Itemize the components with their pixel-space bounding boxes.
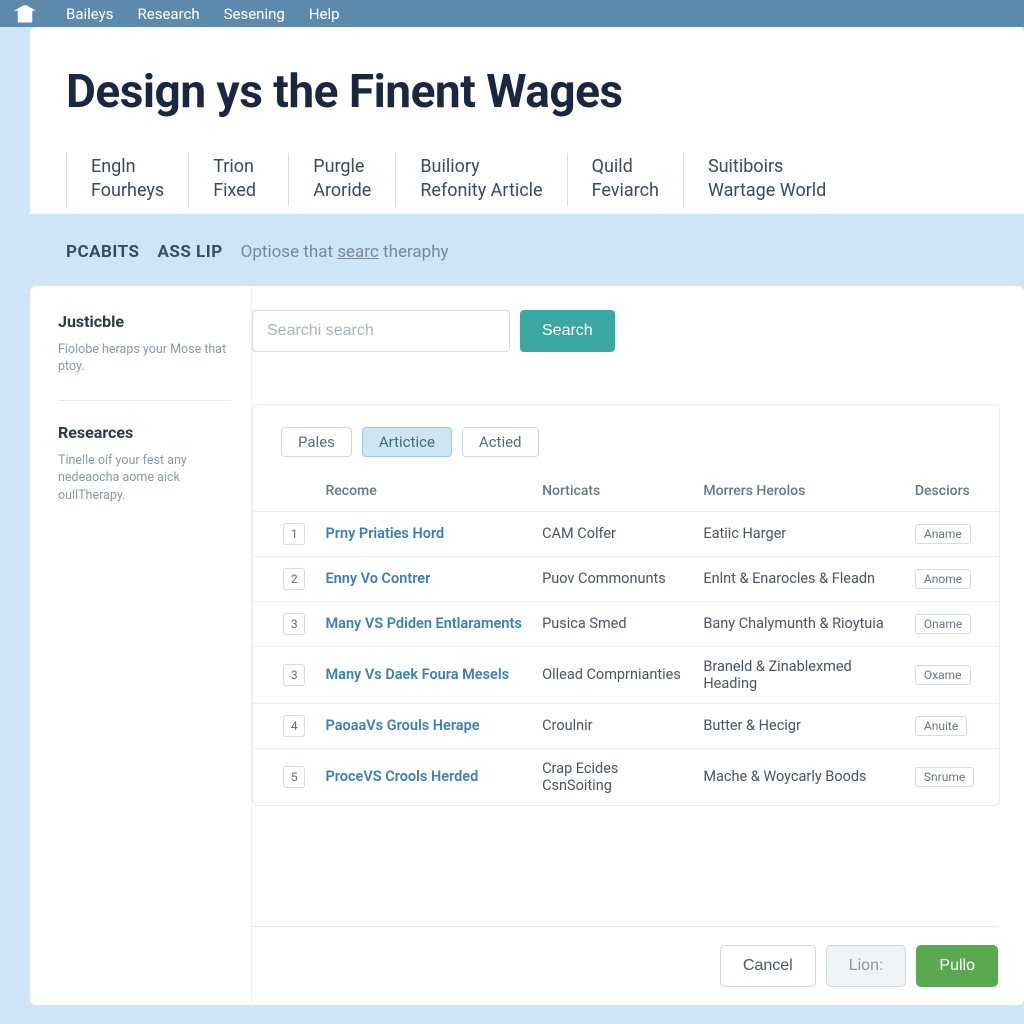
row-number: 2 [283, 568, 305, 590]
col-recome: Recome [315, 475, 532, 512]
row-number: 3 [283, 613, 305, 635]
col-desciors: Desciors [905, 475, 999, 512]
row-norticats: Pusica Smed [532, 601, 693, 646]
trophy-icon [14, 5, 36, 23]
hint-underline[interactable]: searc [337, 242, 379, 262]
pill-artictice[interactable]: Artictice [362, 427, 452, 457]
tab-builiory[interactable]: Builiory Refonity Article [395, 153, 566, 206]
page-title: Design ys the Finent Wages [66, 65, 988, 119]
row-title-link[interactable]: Many VS Pdiden Entlaraments [325, 615, 521, 632]
col-num [253, 475, 315, 512]
row-action-badge[interactable]: Oxame [915, 665, 971, 685]
tab-line2: Aroride [313, 179, 371, 203]
tab-purgle[interactable]: Purgle Aroride [288, 153, 395, 206]
category-tabs: Engln Fourheys Trion Fixed Purgle Arorid… [66, 153, 988, 206]
search-row: Search [252, 310, 998, 352]
filter-pills: Pales Artictice Actied [253, 405, 999, 475]
row-number: 3 [283, 664, 305, 686]
tab-line2: Refonity Article [420, 179, 542, 203]
pill-pales[interactable]: Pales [281, 427, 352, 457]
row-action-badge[interactable]: Anuite [915, 716, 967, 736]
tab-line1: Suitiboirs [708, 155, 826, 179]
row-title-link[interactable]: Prny Priaties Hord [325, 525, 444, 542]
tab-line2: Wartage World [708, 179, 826, 203]
content: Search Pales Artictice Actied Recome Nor… [252, 286, 1024, 1005]
tab-line1: Builiory [420, 155, 542, 179]
row-morrers: Bany Chalymunth & Rioytuia [693, 601, 905, 646]
results-table: Recome Norticats Morrers Herolos Descior… [253, 475, 999, 805]
lion-button[interactable]: Lion: [826, 945, 907, 987]
tab-line2: Fourheys [91, 179, 164, 203]
col-norticats: Norticats [532, 475, 693, 512]
row-norticats: Ollead Comprnianties [532, 646, 693, 703]
search-input[interactable] [252, 310, 510, 352]
table-row: 3 Many Vs Daek Foura Mesels Ollead Comprni… [253, 646, 999, 703]
row-norticats: Puov Commonunts [532, 556, 693, 601]
nav-sesening[interactable]: Sesening [224, 5, 285, 23]
nav-research[interactable]: Research [138, 5, 200, 23]
table-header-row: Recome Norticats Morrers Herolos Descior… [253, 475, 999, 512]
row-action-badge[interactable]: Snrume [915, 767, 974, 787]
header-card: Design ys the Finent Wages Engln Fourhey… [30, 27, 1024, 214]
table-row: 2 Enny Vo Contrer Puov CommonuntsEnlnt & E… [253, 556, 999, 601]
results-panel: Pales Artictice Actied Recome Norticats … [252, 404, 1000, 806]
tab-suitiboirs[interactable]: Suitiboirs Wartage World [683, 153, 850, 206]
row-action-badge[interactable]: Aname [915, 524, 971, 544]
row-title-link[interactable]: ProceVS Crools Herded [325, 768, 478, 785]
row-morrers: Mache & Woycarly Boods [693, 748, 905, 805]
tab-line2: Fixed [213, 179, 264, 203]
tab-line1: Engln [91, 155, 164, 179]
subtab-hint: Optiose that searc theraphy [241, 242, 449, 262]
row-title-link[interactable]: Enny Vo Contrer [325, 570, 430, 587]
main: Justicble Fíolobe heraps your Mose that … [30, 286, 1024, 1005]
tab-line1: Quild [592, 155, 659, 179]
tab-trion[interactable]: Trion Fixed [188, 153, 288, 206]
sidebar-researces-body: Tinelle oíf your fest any nedeaocha aome… [58, 452, 231, 529]
subtab-asslip[interactable]: ASS LIP [157, 242, 222, 262]
row-morrers: Braneld & Zinablexmed Heading [693, 646, 905, 703]
table-row: 1 Prny Priaties Hord CAM ColferEatiic Harg… [253, 511, 999, 556]
hint-post: theraphy [379, 242, 449, 262]
publo-button[interactable]: Pullo [916, 945, 998, 987]
tab-engln[interactable]: Engln Fourheys [66, 153, 188, 206]
table-row: 3 Many VS Pdiden Entlaraments Pusica SmedB… [253, 601, 999, 646]
row-action-badge[interactable]: Oname [915, 614, 971, 634]
search-button[interactable]: Search [520, 310, 615, 352]
row-number: 4 [283, 715, 305, 737]
subtabs: PCABITS ASS LIP Optiose that searc thera… [0, 214, 1024, 286]
pill-actied[interactable]: Actied [462, 427, 539, 457]
row-title-link[interactable]: Many Vs Daek Foura Mesels [325, 666, 509, 683]
row-morrers: Butter & Hecigr [693, 703, 905, 748]
col-morrers: Morrers Herolos [693, 475, 905, 512]
row-norticats: CAM Colfer [532, 511, 693, 556]
sidebar-justicble-title: Justicble [58, 312, 231, 331]
tab-line2: Feviarch [592, 179, 659, 203]
tab-quild[interactable]: Quild Feviarch [567, 153, 683, 206]
row-norticats: Crap Ecides CsnSoiting [532, 748, 693, 805]
row-morrers: Eatiic Harger [693, 511, 905, 556]
row-number: 1 [283, 523, 305, 545]
hint-pre: Optiose that [241, 242, 338, 262]
row-norticats: Croulnir [532, 703, 693, 748]
sidebar-researces-title: Researces [58, 423, 231, 442]
topnav: Baileys Research Sesening Help [0, 0, 1024, 27]
tab-line1: Purgle [313, 155, 371, 179]
table-row: 5 ProceVS Crools Herded Crap Ecides CsnSoi… [253, 748, 999, 805]
row-morrers: Enlnt & Enarocles & Fleadn [693, 556, 905, 601]
row-number: 5 [283, 766, 305, 788]
sidebar-justicble-body: Fíolobe heraps your Mose that ptoy. [58, 341, 231, 401]
sidebar: Justicble Fíolobe heraps your Mose that … [30, 286, 252, 1005]
footer-actions: Cancel Lion: Pullo [252, 926, 998, 987]
row-action-badge[interactable]: Anome [915, 569, 971, 589]
subtab-pcabits[interactable]: PCABITS [66, 242, 139, 262]
row-title-link[interactable]: PaoaaVs Grouls Herape [325, 717, 479, 734]
nav-help[interactable]: Help [309, 5, 340, 23]
table-row: 4 PaoaaVs Grouls Herape CroulnirButter & H… [253, 703, 999, 748]
cancel-button[interactable]: Cancel [720, 945, 816, 987]
nav-baileys[interactable]: Baileys [66, 5, 114, 23]
tab-line1: Trion [213, 155, 264, 179]
